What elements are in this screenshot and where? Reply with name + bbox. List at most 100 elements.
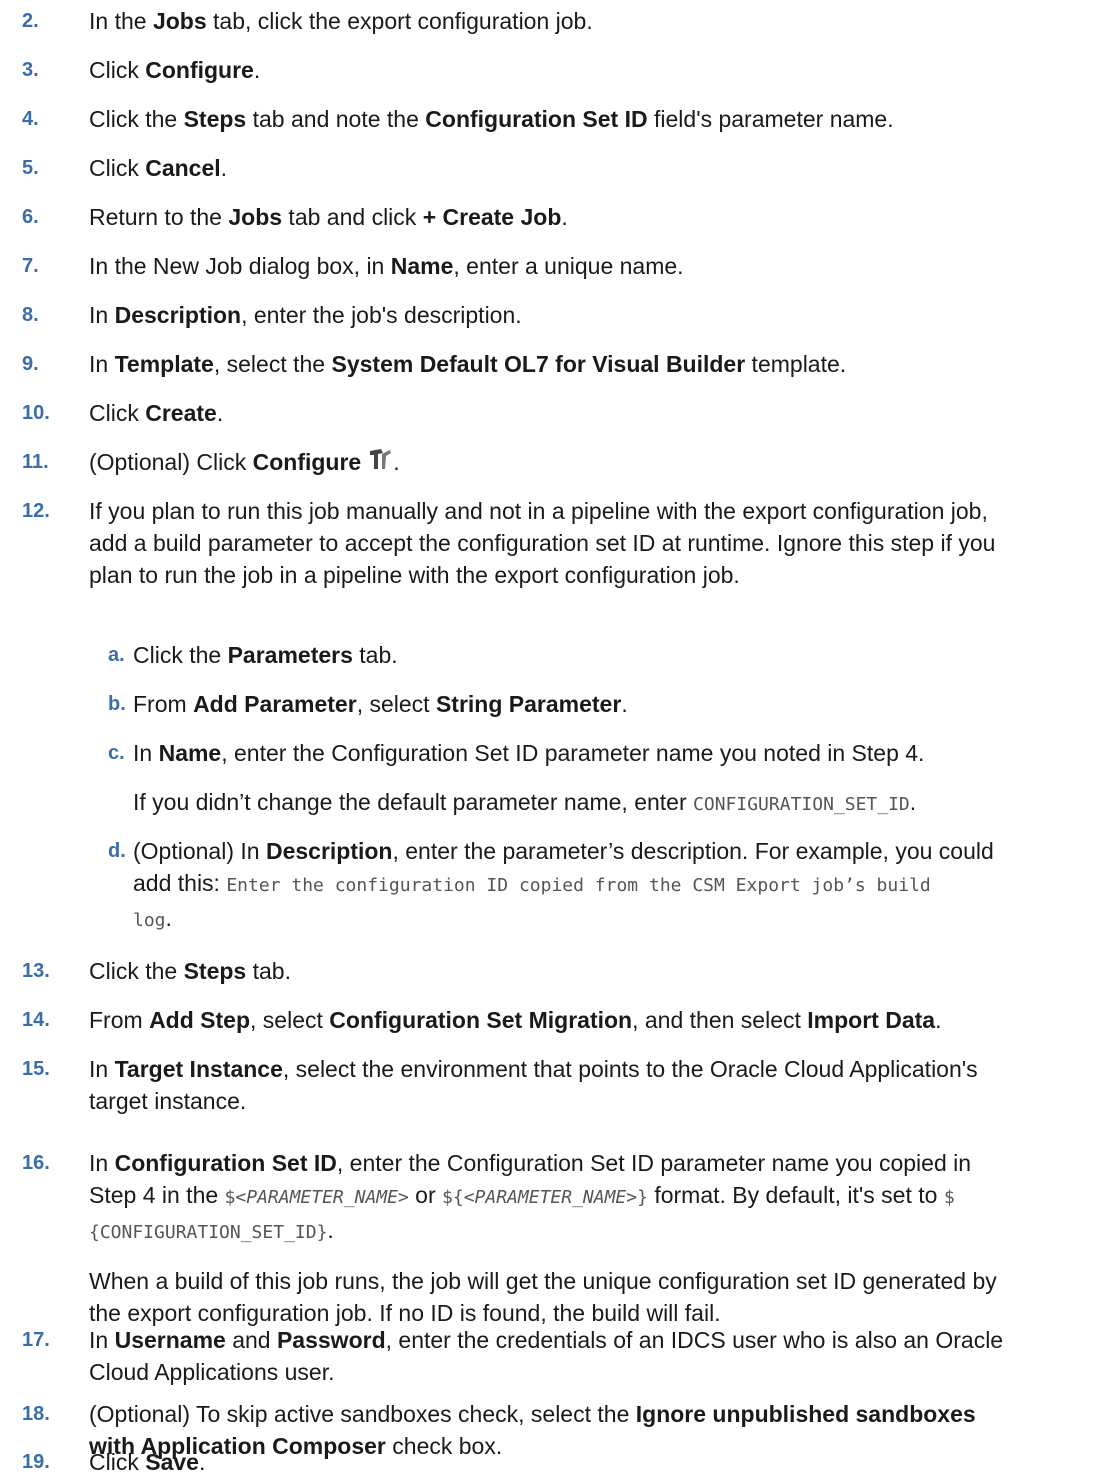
text-run: (Optional) In [133, 838, 266, 864]
ui-term: Ignore unpublished sandboxes [635, 1401, 976, 1427]
ui-term: Configure [145, 57, 254, 83]
ui-term: String Parameter [435, 691, 622, 717]
text-run: target instance. [89, 1088, 247, 1114]
ui-term: Target Instance [114, 1056, 283, 1082]
text-run: Click the [133, 642, 228, 668]
text-run: . [327, 1217, 334, 1243]
text-run: . [909, 789, 917, 815]
code-text: $ [943, 1187, 955, 1208]
step-text: In the New Job dialog box, in Name, ente… [89, 250, 684, 282]
step-text: (Optional) Click Configure. [89, 446, 400, 480]
hammer-icon [367, 446, 393, 480]
text-run: In [89, 302, 115, 328]
code-text: > [397, 1187, 409, 1208]
ui-term: Import Data [807, 1007, 936, 1033]
text-run: , and then select [632, 1007, 808, 1033]
text-run: If you didn’t change the default paramet… [133, 789, 694, 815]
text-line: (Optional) In Description, enter the par… [133, 835, 994, 867]
ui-term: Name [158, 740, 222, 766]
text-run: , enter the Configuration Set ID paramet… [336, 1150, 972, 1176]
ui-term: + Create Job [422, 204, 562, 230]
ui-term: Configure [252, 449, 362, 475]
text-run: In [89, 1056, 115, 1082]
ui-term: Add Parameter [193, 691, 357, 717]
code-text: CONFIGURATION_SET_ID [693, 794, 910, 815]
ui-term: Jobs [228, 204, 283, 230]
text-run: template. [745, 351, 847, 377]
text-run: and [225, 1327, 277, 1353]
ui-term: Configuration Set ID [425, 106, 648, 132]
text-run: Click the [89, 958, 184, 984]
ui-term: Steps [183, 958, 247, 984]
text-run: or [408, 1182, 443, 1208]
code-text: >} [626, 1187, 648, 1208]
text-run: Click [89, 1449, 146, 1475]
text-run: , enter the Configuration Set ID paramet… [221, 740, 925, 766]
step-text: (Optional) To skip active sandboxes chec… [89, 1398, 976, 1462]
code-text: Enter the configuration ID copied from t… [226, 875, 931, 896]
ui-term: Configuration Set Migration [329, 1007, 633, 1033]
step-text: Click Save. [89, 1446, 205, 1478]
text-run: In [133, 740, 159, 766]
step-text: (Optional) In Description, enter the par… [133, 835, 994, 937]
text-line: Step 4 in the $<PARAMETER_NAME> or ${<PA… [89, 1179, 971, 1214]
step-number: 6. [22, 206, 39, 228]
code-placeholder: PARAMETER_NAME [246, 1187, 398, 1208]
step-number: 15. [22, 1058, 50, 1080]
text-line: with Application Composer check box. [89, 1430, 976, 1462]
step-text: Click Create. [89, 397, 223, 429]
step-number: 12. [22, 500, 50, 522]
text-run: In [89, 1150, 115, 1176]
code-text: log [133, 910, 166, 931]
ui-term: Description [114, 302, 242, 328]
step-number: 4. [22, 108, 39, 130]
step-text: Click the Steps tab. [89, 955, 291, 987]
step-text: Click the Steps tab and note the Configu… [89, 103, 894, 135]
text-line: Cloud Applications user. [89, 1356, 1003, 1388]
ui-term: Parameters [227, 642, 353, 668]
ui-term: Jobs [152, 8, 207, 34]
text-run: Cloud Applications user. [89, 1359, 335, 1385]
text-run: . [253, 57, 261, 83]
text-run: . [393, 449, 400, 475]
step-number: 10. [22, 402, 50, 424]
step-text: If you plan to run this job manually and… [89, 495, 995, 591]
text-run: , enter the job's description. [241, 302, 522, 328]
step-number: 9. [22, 353, 39, 375]
text-run: . [621, 691, 628, 717]
ui-term: System Default OL7 for Visual Builder [331, 351, 746, 377]
step-number: 3. [22, 59, 39, 81]
ui-term: Template [114, 351, 214, 377]
text-line: add a build parameter to accept the conf… [89, 527, 995, 559]
step-number: 5. [22, 157, 39, 179]
text-run: From [89, 1007, 150, 1033]
step-number: 13. [22, 960, 50, 982]
text-run: Click the [89, 106, 184, 132]
ui-term: Configuration Set ID [114, 1150, 337, 1176]
text-run: . [216, 400, 224, 426]
text-line: log. [133, 902, 994, 937]
code-text: {CONFIGURATION_SET_ID} [89, 1222, 328, 1243]
step-number: 18. [22, 1403, 50, 1425]
text-run: , select the [213, 351, 332, 377]
text-run: , select [250, 1007, 330, 1033]
text-run: tab. [352, 642, 398, 668]
step-text: In Template, select the System Default O… [89, 348, 846, 380]
step-number: 14. [22, 1009, 50, 1031]
text-run: , enter the parameter’s description. For… [392, 838, 994, 864]
code-placeholder: PARAMETER_NAME [474, 1187, 627, 1208]
text-line: plan to run the job in a pipeline with t… [89, 559, 995, 591]
ui-term: Save [145, 1449, 199, 1475]
step-text: In the Jobs tab, click the export config… [89, 5, 593, 37]
text-run: field's parameter name. [647, 106, 894, 132]
text-run: In the New Job dialog box, in [89, 253, 391, 279]
ui-term: Create [145, 400, 217, 426]
step-text: From Add Parameter, select String Parame… [133, 688, 628, 720]
step-text: Click Cancel. [89, 152, 227, 184]
text-line: add this: Enter the configuration ID cop… [133, 867, 994, 902]
text-run: , enter the credentials of an IDCS user … [385, 1327, 1004, 1353]
step-text: In Configuration Set ID, enter the Confi… [89, 1147, 971, 1249]
code-text: ${< [442, 1187, 475, 1208]
text-run: Click [89, 400, 146, 426]
text-run: . [935, 1007, 942, 1033]
